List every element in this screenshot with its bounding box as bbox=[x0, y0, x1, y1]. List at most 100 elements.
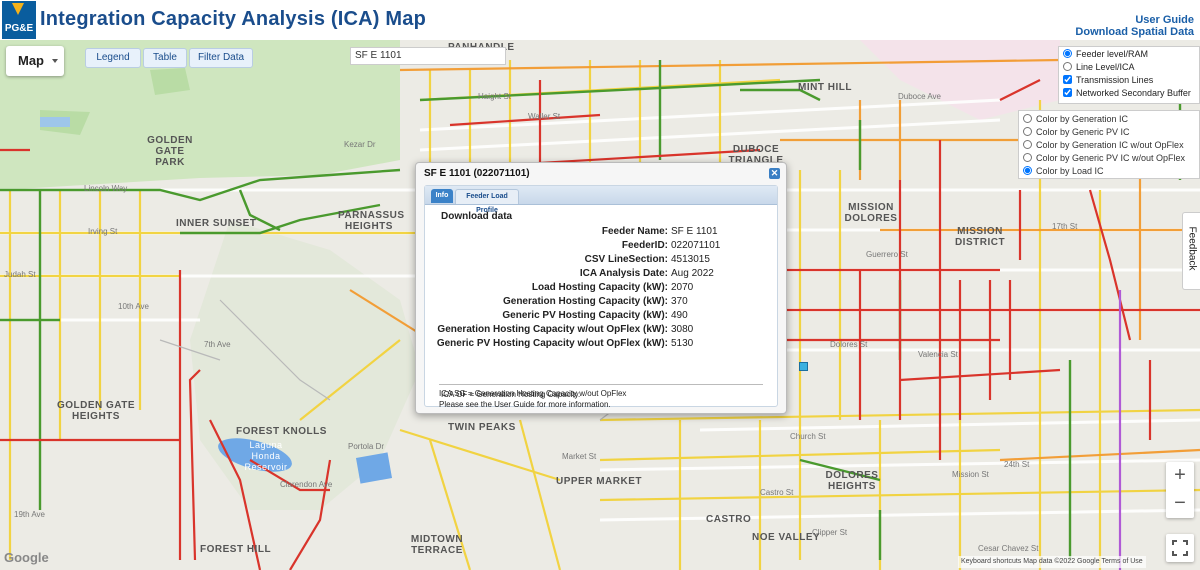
street-label: Market St bbox=[562, 452, 597, 461]
field-row: CSV LineSection: 4513015 bbox=[425, 254, 735, 265]
street-label: Castro St bbox=[760, 488, 794, 497]
field-row: Generation Hosting Capacity (kW): 370 bbox=[425, 296, 735, 307]
app-header: PG&E Integration Capacity Analysis (ICA)… bbox=[0, 0, 1200, 40]
color-radio[interactable] bbox=[1023, 153, 1032, 162]
neighborhood-label: PARNASSUS HEIGHTS bbox=[338, 210, 405, 232]
chevron-down-icon bbox=[52, 59, 58, 63]
street-label: Dolores St bbox=[830, 340, 868, 349]
close-icon[interactable]: ✕ bbox=[769, 168, 780, 179]
field-key: Generic PV Hosting Capacity (kW): bbox=[502, 310, 668, 321]
street-label: Cesar Chavez St bbox=[978, 544, 1039, 553]
field-value: Aug 2022 bbox=[671, 268, 714, 279]
neighborhood-label: MISSION DOLORES bbox=[844, 202, 898, 224]
feeder-marker[interactable] bbox=[799, 362, 808, 371]
neighborhood-label: DOLORES HEIGHTS bbox=[825, 470, 879, 492]
option-label: Transmission Lines bbox=[1076, 74, 1154, 85]
map-type-dropdown[interactable]: Map bbox=[6, 46, 64, 76]
map-type-label: Map bbox=[18, 53, 44, 68]
option-label: Feeder level/RAM bbox=[1076, 48, 1149, 59]
zoom-in-button[interactable]: + bbox=[1166, 462, 1194, 490]
feedback-tab[interactable]: Feedback bbox=[1182, 212, 1200, 290]
color-option[interactable]: Color by Generic PV IC bbox=[1019, 125, 1199, 138]
zoom-out-button[interactable]: − bbox=[1166, 490, 1194, 518]
google-logo: Google bbox=[4, 550, 49, 565]
fullscreen-button[interactable] bbox=[1166, 534, 1194, 562]
color-radio[interactable] bbox=[1023, 140, 1032, 149]
option-label: Color by Load IC bbox=[1036, 165, 1104, 176]
filter-data-button[interactable]: Filter Data bbox=[189, 48, 253, 68]
street-label: Irving St bbox=[88, 227, 118, 236]
tab-info[interactable]: Info bbox=[431, 189, 453, 203]
street-label: 10th Ave bbox=[118, 302, 149, 311]
neighborhood-label: MIDTOWN TERRACE bbox=[410, 534, 464, 556]
page-title: Integration Capacity Analysis (ICA) Map bbox=[40, 8, 427, 30]
field-key: Load Hosting Capacity (kW): bbox=[531, 282, 668, 293]
field-row: Feeder Name: SF E 1101 bbox=[425, 226, 735, 237]
street-label: 24th St bbox=[1004, 460, 1030, 469]
neighborhood-label: NOE VALLEY bbox=[752, 532, 821, 543]
secondary-buffer-checkbox[interactable] bbox=[1063, 88, 1072, 97]
feeder-level-radio[interactable] bbox=[1063, 49, 1072, 58]
field-key: CSV LineSection: bbox=[584, 254, 668, 265]
neighborhood-label: MISSION DISTRICT bbox=[954, 226, 1006, 248]
field-key: Generation Hosting Capacity w/out OpFlex… bbox=[437, 324, 668, 335]
download-data-link[interactable]: Download data bbox=[441, 211, 512, 222]
street-label: Mission St bbox=[952, 470, 989, 479]
field-key: Generation Hosting Capacity (kW): bbox=[502, 296, 668, 307]
layer-option-line-level[interactable]: Line Level/ICA bbox=[1059, 60, 1199, 73]
tab-feeder-load-profile[interactable]: Feeder Load Profile bbox=[455, 189, 519, 214]
street-label: Waller St bbox=[528, 112, 561, 121]
fullscreen-icon bbox=[1172, 540, 1188, 556]
field-value: 2070 bbox=[671, 282, 694, 293]
field-row: Load Hosting Capacity (kW): 2070 bbox=[425, 282, 735, 293]
color-option[interactable]: Color by Generic PV IC w/out OpFlex bbox=[1019, 151, 1199, 164]
street-label: Guerrero St bbox=[866, 250, 908, 259]
field-value: 022071101 bbox=[671, 240, 721, 251]
field-value: 370 bbox=[671, 296, 688, 307]
field-row: Generation Hosting Capacity w/out OpFlex… bbox=[425, 324, 735, 335]
popup-note: ICA SG = Generation Hosting Capacity w/o… bbox=[439, 389, 627, 398]
download-spatial-data-link[interactable]: Download Spatial Data bbox=[1075, 26, 1194, 38]
layer-option-transmission[interactable]: Transmission Lines bbox=[1059, 73, 1199, 86]
feeder-search-input[interactable] bbox=[350, 47, 506, 65]
color-option[interactable]: Color by Generation IC w/out OpFlex bbox=[1019, 138, 1199, 151]
field-value: SF E 1101 bbox=[671, 226, 718, 237]
color-option[interactable]: Color by Generation IC bbox=[1019, 112, 1199, 125]
feeder-info-popup: SF E 1101 (022071101) ✕ Info Feeder Load… bbox=[415, 162, 787, 414]
user-guide-link[interactable]: User Guide bbox=[1075, 14, 1194, 26]
field-row: Generic PV Hosting Capacity w/out OpFlex… bbox=[425, 338, 735, 349]
neighborhood-label: MINT HILL bbox=[798, 82, 852, 93]
line-level-radio[interactable] bbox=[1063, 62, 1072, 71]
legend-button[interactable]: Legend bbox=[85, 48, 141, 68]
popup-title: SF E 1101 (022071101) bbox=[424, 168, 530, 179]
color-radio[interactable] bbox=[1023, 114, 1032, 123]
option-label: Color by Generic PV IC w/out OpFlex bbox=[1036, 152, 1186, 163]
logo-text: PG&E bbox=[5, 23, 34, 34]
neighborhood-label: FOREST HILL bbox=[200, 544, 272, 555]
neighborhood-label: GOLDEN GATE HEIGHTS bbox=[56, 400, 136, 422]
layer-option-secondary-buffer[interactable]: Networked Secondary Buffer bbox=[1059, 86, 1199, 99]
feedback-label: Feedback bbox=[1186, 226, 1198, 271]
street-label: Judah St bbox=[4, 270, 36, 279]
color-option[interactable]: Color by Load IC bbox=[1019, 164, 1199, 177]
street-label: 17th St bbox=[1052, 222, 1078, 231]
neighborhood-label: INNER SUNSET bbox=[176, 218, 257, 229]
color-radio[interactable] bbox=[1023, 127, 1032, 136]
layer-option-feeder-level[interactable]: Feeder level/RAM bbox=[1059, 47, 1199, 60]
transmission-lines-checkbox[interactable] bbox=[1063, 75, 1072, 84]
field-row: ICA Analysis Date: Aug 2022 bbox=[425, 268, 735, 279]
field-value: 4513015 bbox=[671, 254, 710, 265]
street-label: Portola Dr bbox=[348, 442, 385, 451]
street-label: Kezar Dr bbox=[344, 140, 376, 149]
map-canvas[interactable]: PANHANDLE GOLDEN GATE PARK MINT HILL DUB… bbox=[0, 40, 1200, 570]
street-label: Lincoln Way bbox=[84, 184, 128, 193]
map-attribution[interactable]: Keyboard shortcuts Map data ©2022 Google… bbox=[958, 556, 1146, 568]
table-button[interactable]: Table bbox=[143, 48, 187, 68]
popup-content: Info Feeder Load Profile Download data F… bbox=[424, 185, 778, 407]
neighborhood-label: CASTRO bbox=[706, 514, 752, 525]
option-label: Color by Generic PV IC bbox=[1036, 126, 1130, 137]
field-row: Generic PV Hosting Capacity (kW): 490 bbox=[425, 310, 735, 321]
popup-tabs: Info Feeder Load Profile bbox=[425, 186, 777, 214]
field-value: 5130 bbox=[671, 338, 694, 349]
color-radio[interactable] bbox=[1023, 166, 1032, 175]
